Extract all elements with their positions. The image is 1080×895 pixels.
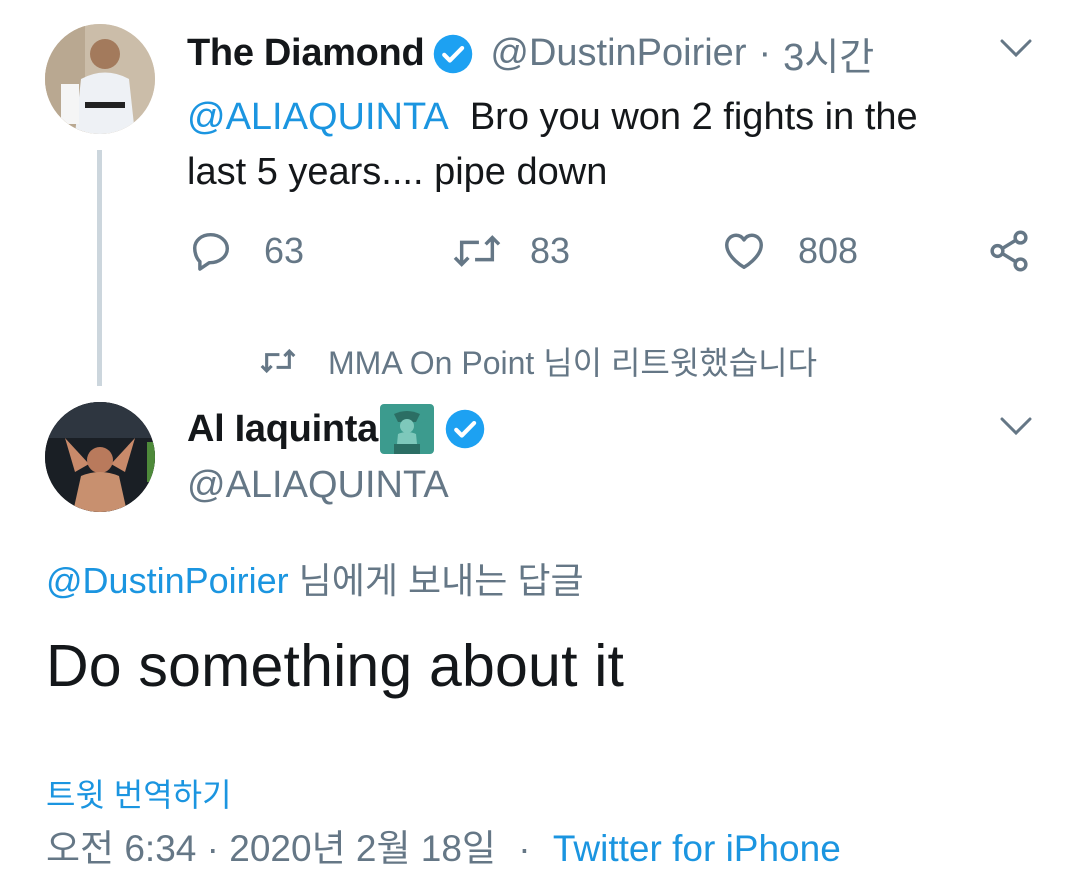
reply-context: @DustinPoirier 님에게 보내는 답글 [46, 552, 584, 604]
tweet1-text: @ALIAQUINTA Bro you won 2 fights in the … [187, 90, 1047, 200]
share-icon[interactable] [986, 228, 1032, 279]
like-button[interactable]: 808 [720, 228, 858, 274]
handle[interactable]: @DustinPoirier [490, 32, 746, 75]
reply-to-link[interactable]: @DustinPoirier [46, 560, 289, 601]
retweet-count: 83 [530, 230, 571, 271]
chevron-down-icon[interactable] [996, 414, 1036, 443]
display-name[interactable]: Al Iaquinta [187, 408, 378, 451]
retweet-icon [260, 348, 296, 374]
handle[interactable]: @ALIAQUINTA [187, 464, 449, 507]
reply-icon [192, 232, 230, 271]
reply-button[interactable]: 63 [188, 228, 304, 274]
tweet-text-line: Bro you won 2 fights in the [469, 96, 918, 138]
tweet1-header: The Diamond @DustinPoirier · 3시간 [187, 26, 874, 81]
tweet-meta: 오전 6:34 · 2020년 2월 18일 · Twitter for iPh… [46, 818, 841, 872]
thread-connector-line [97, 150, 102, 386]
retweet-notice[interactable]: MMA On Point 님이 리트윗했습니다 [258, 338, 817, 384]
tweet2-text: Do something about it [46, 633, 625, 699]
like-count: 808 [798, 230, 859, 271]
retweet-icon [453, 235, 501, 267]
separator-dot: · [758, 32, 772, 74]
heart-icon [725, 233, 763, 270]
statue-of-liberty-icon [379, 404, 434, 454]
tweet-time[interactable]: 3시간 [783, 26, 874, 81]
avatar-the-diamond[interactable] [45, 24, 155, 134]
reply-to-suffix: 님에게 보내는 답글 [288, 560, 584, 601]
verified-badge-icon [432, 33, 474, 75]
chevron-down-icon[interactable] [996, 36, 1036, 65]
translate-tweet-link[interactable]: 트윗 번역하기 [46, 770, 232, 816]
timestamp: 오전 6:34 · 2020년 2월 18일 [46, 828, 496, 869]
tweet2-header: Al Iaquinta [187, 404, 486, 454]
verified-badge-icon [444, 408, 486, 450]
client-link[interactable]: Twitter for iPhone [553, 828, 841, 869]
mention-link[interactable]: @ALIAQUINTA [187, 96, 449, 138]
avatar-al-iaquinta[interactable] [45, 402, 155, 512]
retweet-notice-text: MMA On Point 님이 리트윗했습니다 [328, 345, 818, 381]
separator-dot: · [518, 828, 531, 869]
tweet-text-line: last 5 years.... pipe down [187, 151, 608, 193]
retweet-button[interactable]: 83 [452, 228, 570, 274]
display-name[interactable]: The Diamond [187, 32, 425, 75]
reply-count: 63 [264, 230, 305, 271]
